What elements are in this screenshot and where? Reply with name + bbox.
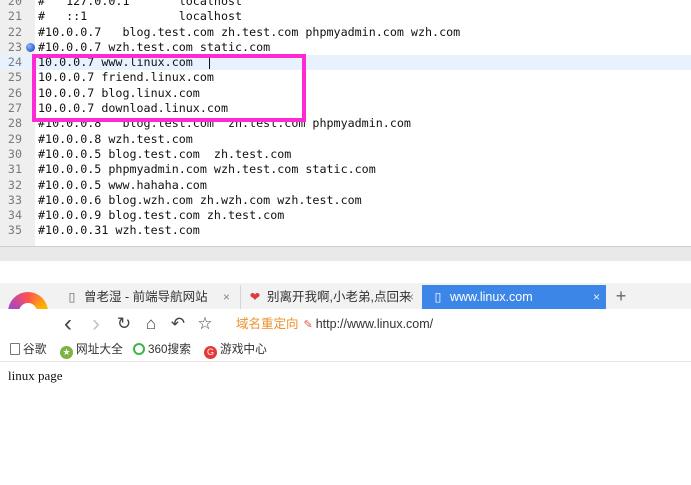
bookmarks-bar: 谷歌 ★ 网址大全 360搜索 G 游戏中心 — [0, 339, 691, 362]
tab-close-icon[interactable]: × — [593, 285, 600, 309]
tab-label: 曾老湿 - 前端导航网站 — [84, 290, 208, 304]
page-icon — [10, 343, 20, 355]
line-text: #10.0.0.7 wzh.test.com static.com — [38, 39, 271, 54]
tab-label: www.linux.com — [450, 290, 533, 304]
highlight-annotation-box — [32, 54, 306, 122]
line-text: #10.0.0.5 blog.test.com zh.test.com — [38, 146, 292, 161]
new-tab-button[interactable]: + — [612, 285, 630, 309]
bookmark-label: 谷歌 — [23, 343, 47, 356]
bookmark-site-nav[interactable]: ★ 网址大全 — [60, 339, 123, 361]
address-bar[interactable]: 域名重定向 ✎ http://www.linux.com/ — [236, 313, 691, 335]
line-number: 20 — [7, 0, 22, 8]
site-nav-icon: ★ — [60, 346, 73, 359]
line-text: #10.0.0.6 blog.wzh.com zh.wzh.com wzh.te… — [38, 192, 362, 207]
redirect-label: 域名重定向 — [236, 317, 299, 331]
page-body-text: linux page — [8, 368, 63, 383]
page-icon: ▯ — [434, 290, 442, 304]
game-center-icon: G — [204, 346, 217, 359]
line-number: 32 — [7, 177, 22, 192]
forward-button[interactable]: › — [86, 312, 106, 336]
line-text: # ::1 localhost — [38, 9, 243, 24]
security-icon[interactable]: ✎ — [304, 319, 313, 331]
line-number: 21 — [7, 9, 22, 24]
bookmark-360-search[interactable]: 360搜索 — [133, 339, 191, 361]
line-number: 23 — [7, 39, 22, 54]
reload-button[interactable]: ↻ — [114, 313, 134, 335]
line-text: #10.0.0.5 phpmyadmin.com wzh.test.com st… — [38, 162, 376, 177]
navigation-bar: ‹ › ↻ ⌂ ↶ ☆ 域名重定向 ✎ http://www.linux.com/ — [0, 309, 691, 339]
bookmark-marker-icon[interactable] — [26, 42, 35, 52]
tab-qianduan-nav[interactable]: ▯ 曾老湿 - 前端导航网站 × — [58, 285, 236, 309]
back-button[interactable]: ‹ — [58, 312, 78, 336]
home-button[interactable]: ⌂ — [141, 313, 161, 335]
editor-line[interactable]: 35 #10.0.0.31 wzh.test.com — [0, 223, 691, 238]
editor-line[interactable]: 29 #10.0.0.8 wzh.test.com — [0, 132, 691, 147]
editor-line[interactable]: 22 #10.0.0.7 blog.test.com zh.test.com ph… — [0, 25, 691, 40]
page-content: linux page — [0, 362, 691, 485]
editor-line[interactable]: 31 #10.0.0.5 phpmyadmin.com wzh.test.com … — [0, 162, 691, 177]
tab-linux-active[interactable]: ▯ www.linux.com × — [422, 285, 606, 309]
line-text: #10.0.0.8 wzh.test.com — [38, 131, 193, 146]
window-separator — [0, 246, 691, 262]
line-number: 27 — [7, 101, 22, 116]
tab-close-icon[interactable]: × — [407, 285, 414, 309]
bookmark-label: 360搜索 — [148, 343, 191, 356]
editor-line[interactable]: 20 # 127.0.0.1 localhost — [0, 0, 691, 9]
bookmark-label: 网址大全 — [76, 343, 123, 356]
browser-window: ▯ 曾老湿 - 前端导航网站 × ❤ 别离开我啊,小老弟,点回来 × ▯ www.li… — [0, 261, 691, 485]
text-editor[interactable]: 20 # 127.0.0.1 localhost 21 # ::1 localhos… — [0, 0, 691, 246]
page-icon: ▯ — [68, 290, 76, 304]
tab-label: 别离开我啊,小老弟,点回来 — [267, 290, 412, 304]
line-number: 28 — [7, 116, 22, 131]
line-number: 34 — [7, 208, 22, 223]
line-text: #10.0.0.7 blog.test.com zh.test.com phpm… — [38, 24, 461, 39]
tab-close-icon[interactable]: × — [223, 285, 230, 309]
favorite-button[interactable]: ☆ — [195, 313, 215, 335]
line-number: 33 — [7, 192, 22, 207]
search-360-icon — [133, 343, 145, 355]
line-text: #10.0.0.31 wzh.test.com — [38, 223, 200, 238]
editor-line[interactable]: 32 #10.0.0.5 www.hahaha.com — [0, 178, 691, 193]
editor-line[interactable]: 23 #10.0.0.7 wzh.test.com static.com — [0, 40, 691, 55]
line-number: 29 — [7, 131, 22, 146]
editor-line[interactable]: 34 #10.0.0.9 blog.test.com zh.test.com — [0, 208, 691, 223]
line-number: 30 — [7, 146, 22, 161]
line-text: #10.0.0.5 www.hahaha.com — [38, 177, 207, 192]
bookmark-google[interactable]: 谷歌 — [10, 339, 46, 361]
editor-line[interactable]: 33 #10.0.0.6 blog.wzh.com zh.wzh.com wzh.… — [0, 193, 691, 208]
url-text: http://www.linux.com/ — [315, 317, 434, 331]
line-text: # 127.0.0.1 localhost — [38, 0, 243, 8]
line-number: 26 — [7, 85, 22, 100]
lips-icon: ❤ — [249, 290, 261, 304]
line-text: #10.0.0.9 blog.test.com zh.test.com — [38, 208, 285, 223]
tab-bie-likai[interactable]: ❤ 别离开我啊,小老弟,点回来 × — [240, 285, 420, 309]
editor-line[interactable]: 30 #10.0.0.5 blog.test.com zh.test.com — [0, 147, 691, 162]
line-number: 24 — [7, 55, 22, 70]
editor-line[interactable]: 21 # ::1 localhost — [0, 9, 691, 24]
line-number: 31 — [7, 162, 22, 177]
line-number: 22 — [7, 24, 22, 39]
bookmark-label: 游戏中心 — [220, 343, 267, 356]
line-number: 35 — [7, 223, 22, 238]
bookmark-game-center[interactable]: G 游戏中心 — [204, 339, 267, 361]
undo-close-button[interactable]: ↶ — [168, 313, 188, 335]
line-number: 25 — [7, 70, 22, 85]
